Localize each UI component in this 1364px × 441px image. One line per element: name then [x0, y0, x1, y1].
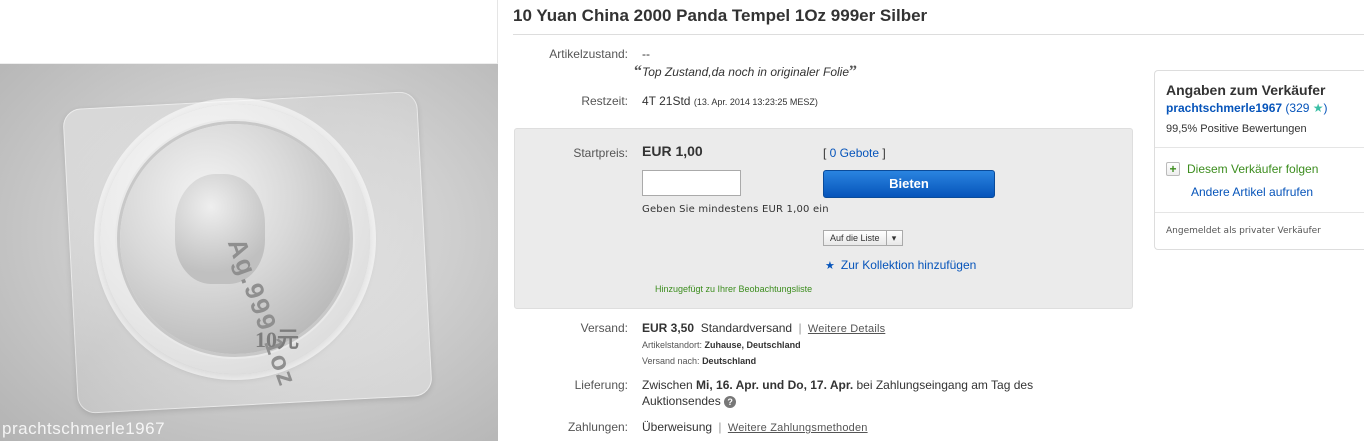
bid-bracket-open: [ [823, 146, 830, 160]
seller-name-link[interactable]: prachtschmerle1967 [1166, 101, 1282, 115]
star-icon: ★ [825, 260, 835, 272]
follow-seller-label: Diesem Verkäufer folgen [1187, 162, 1319, 176]
follow-seller-link[interactable]: + Diesem Verkäufer folgen [1166, 162, 1318, 176]
bid-count: [ 0 Gebote ] [823, 146, 886, 160]
other-items-link[interactable]: Andere Artikel aufrufen [1191, 185, 1313, 199]
item-location-value: Zuhause, Deutschland [704, 340, 801, 350]
item-photo[interactable]: Ag.999 1oz 10元 prachtschmerle1967 [0, 64, 498, 441]
start-price-label: Startpreis: [573, 146, 628, 160]
add-to-list-label: Auf die Liste [824, 231, 887, 245]
ships-to-value: Deutschland [702, 356, 757, 366]
star-icon: ★ [1312, 101, 1324, 115]
quote-open-icon: “ [634, 63, 642, 80]
private-seller-note: Angemeldet als privater Verkäufer [1166, 226, 1321, 236]
divider [1155, 147, 1364, 148]
item-location-label: Artikelstandort: [642, 340, 703, 350]
delivery-line2: Auktionsendes ? [642, 394, 737, 408]
condition-label: Artikelzustand: [549, 47, 628, 61]
feedback-score[interactable]: (329 [1282, 101, 1313, 115]
item-location: Artikelstandort: Zuhause, Deutschland [642, 340, 801, 350]
bid-amount-input[interactable] [642, 170, 741, 196]
ships-to: Versand nach: Deutschland [642, 356, 756, 366]
shipping-details-link[interactable]: Weitere Details [808, 323, 885, 335]
positive-feedback: 99,5% Positive Bewertungen [1166, 123, 1307, 135]
shipping-price: EUR 3,50 [642, 321, 695, 335]
delivery-dates: Mi, 16. Apr. und Do, 17. Apr. [696, 378, 854, 392]
shipping-label: Versand: [580, 321, 628, 335]
separator: | [798, 321, 802, 335]
delivery-label: Lieferung: [574, 378, 628, 392]
help-icon[interactable]: ? [724, 395, 737, 408]
end-datetime: (13. Apr. 2014 13:23:25 MESZ) [693, 97, 818, 107]
feedback-score-close: ) [1323, 101, 1328, 115]
seller-identity: prachtschmerle1967 (329 ★) [1166, 101, 1328, 115]
quote-close-icon: ” [849, 63, 858, 80]
remaining-value: 4T 21Std (13. Apr. 2014 13:23:25 MESZ) [642, 94, 818, 108]
start-price: EUR 1,00 [642, 143, 703, 159]
divider [1155, 212, 1364, 213]
add-to-collection-label: Zur Kollektion hinzufügen [840, 258, 977, 272]
ships-to-label: Versand nach: [642, 356, 700, 366]
remaining-label: Restzeit: [581, 94, 628, 108]
shipping-method: Standardversand [700, 321, 793, 335]
title-divider [513, 34, 1364, 35]
remaining-time: 4T 21Std [642, 94, 691, 108]
condition-quote: “Top Zustand,da noch in originaler Folie… [634, 63, 857, 81]
bid-button[interactable]: Bieten [823, 170, 995, 198]
shipping-value: EUR 3,50 Standardversand | Weitere Detai… [642, 321, 885, 335]
delivery-value: Zwischen Mi, 16. Apr. und Do, 17. Apr. b… [642, 378, 1102, 392]
bid-history-link[interactable]: 0 Gebote [830, 146, 879, 160]
payment-label: Zahlungen: [567, 420, 628, 434]
image-top-area [0, 0, 498, 64]
payment-methods-link[interactable]: Weitere Zahlungsmethoden [728, 422, 868, 434]
payment-value: Überweisung | Weitere Zahlungsmethoden [642, 420, 868, 434]
seller-heading: Angaben zum Verkäufer [1166, 82, 1326, 98]
seller-info-box: Angaben zum Verkäufer prachtschmerle1967… [1154, 70, 1364, 250]
chevron-down-icon: ▾ [891, 233, 897, 243]
coin-value: 10元 [255, 327, 300, 352]
seller-note: Top Zustand,da noch in originaler Folie [642, 65, 850, 79]
watchlist-message: Hinzugefügt zu Ihrer Beobachtungsliste [655, 284, 813, 294]
add-to-list-dropdown[interactable]: Auf die Liste ▾ [823, 230, 903, 246]
add-to-collection-link[interactable]: ★ Zur Kollektion hinzufügen [825, 258, 976, 272]
min-bid-hint: Geben Sie mindestens EUR 1,00 ein [642, 204, 829, 215]
plus-icon: + [1166, 162, 1180, 176]
payment-method: Überweisung [642, 420, 713, 434]
bid-bracket-close: ] [879, 146, 886, 160]
condition-value: -- [642, 47, 650, 61]
separator: | [718, 420, 722, 434]
delivery-condition: Auktionsendes [642, 394, 721, 408]
item-title: 10 Yuan China 2000 Panda Tempel 1Oz 999e… [513, 6, 928, 25]
delivery-prefix: Zwischen [642, 378, 697, 392]
image-watermark: prachtschmerle1967 [2, 419, 166, 438]
delivery-suffix: bei Zahlungseingang am Tag des [853, 378, 1034, 392]
